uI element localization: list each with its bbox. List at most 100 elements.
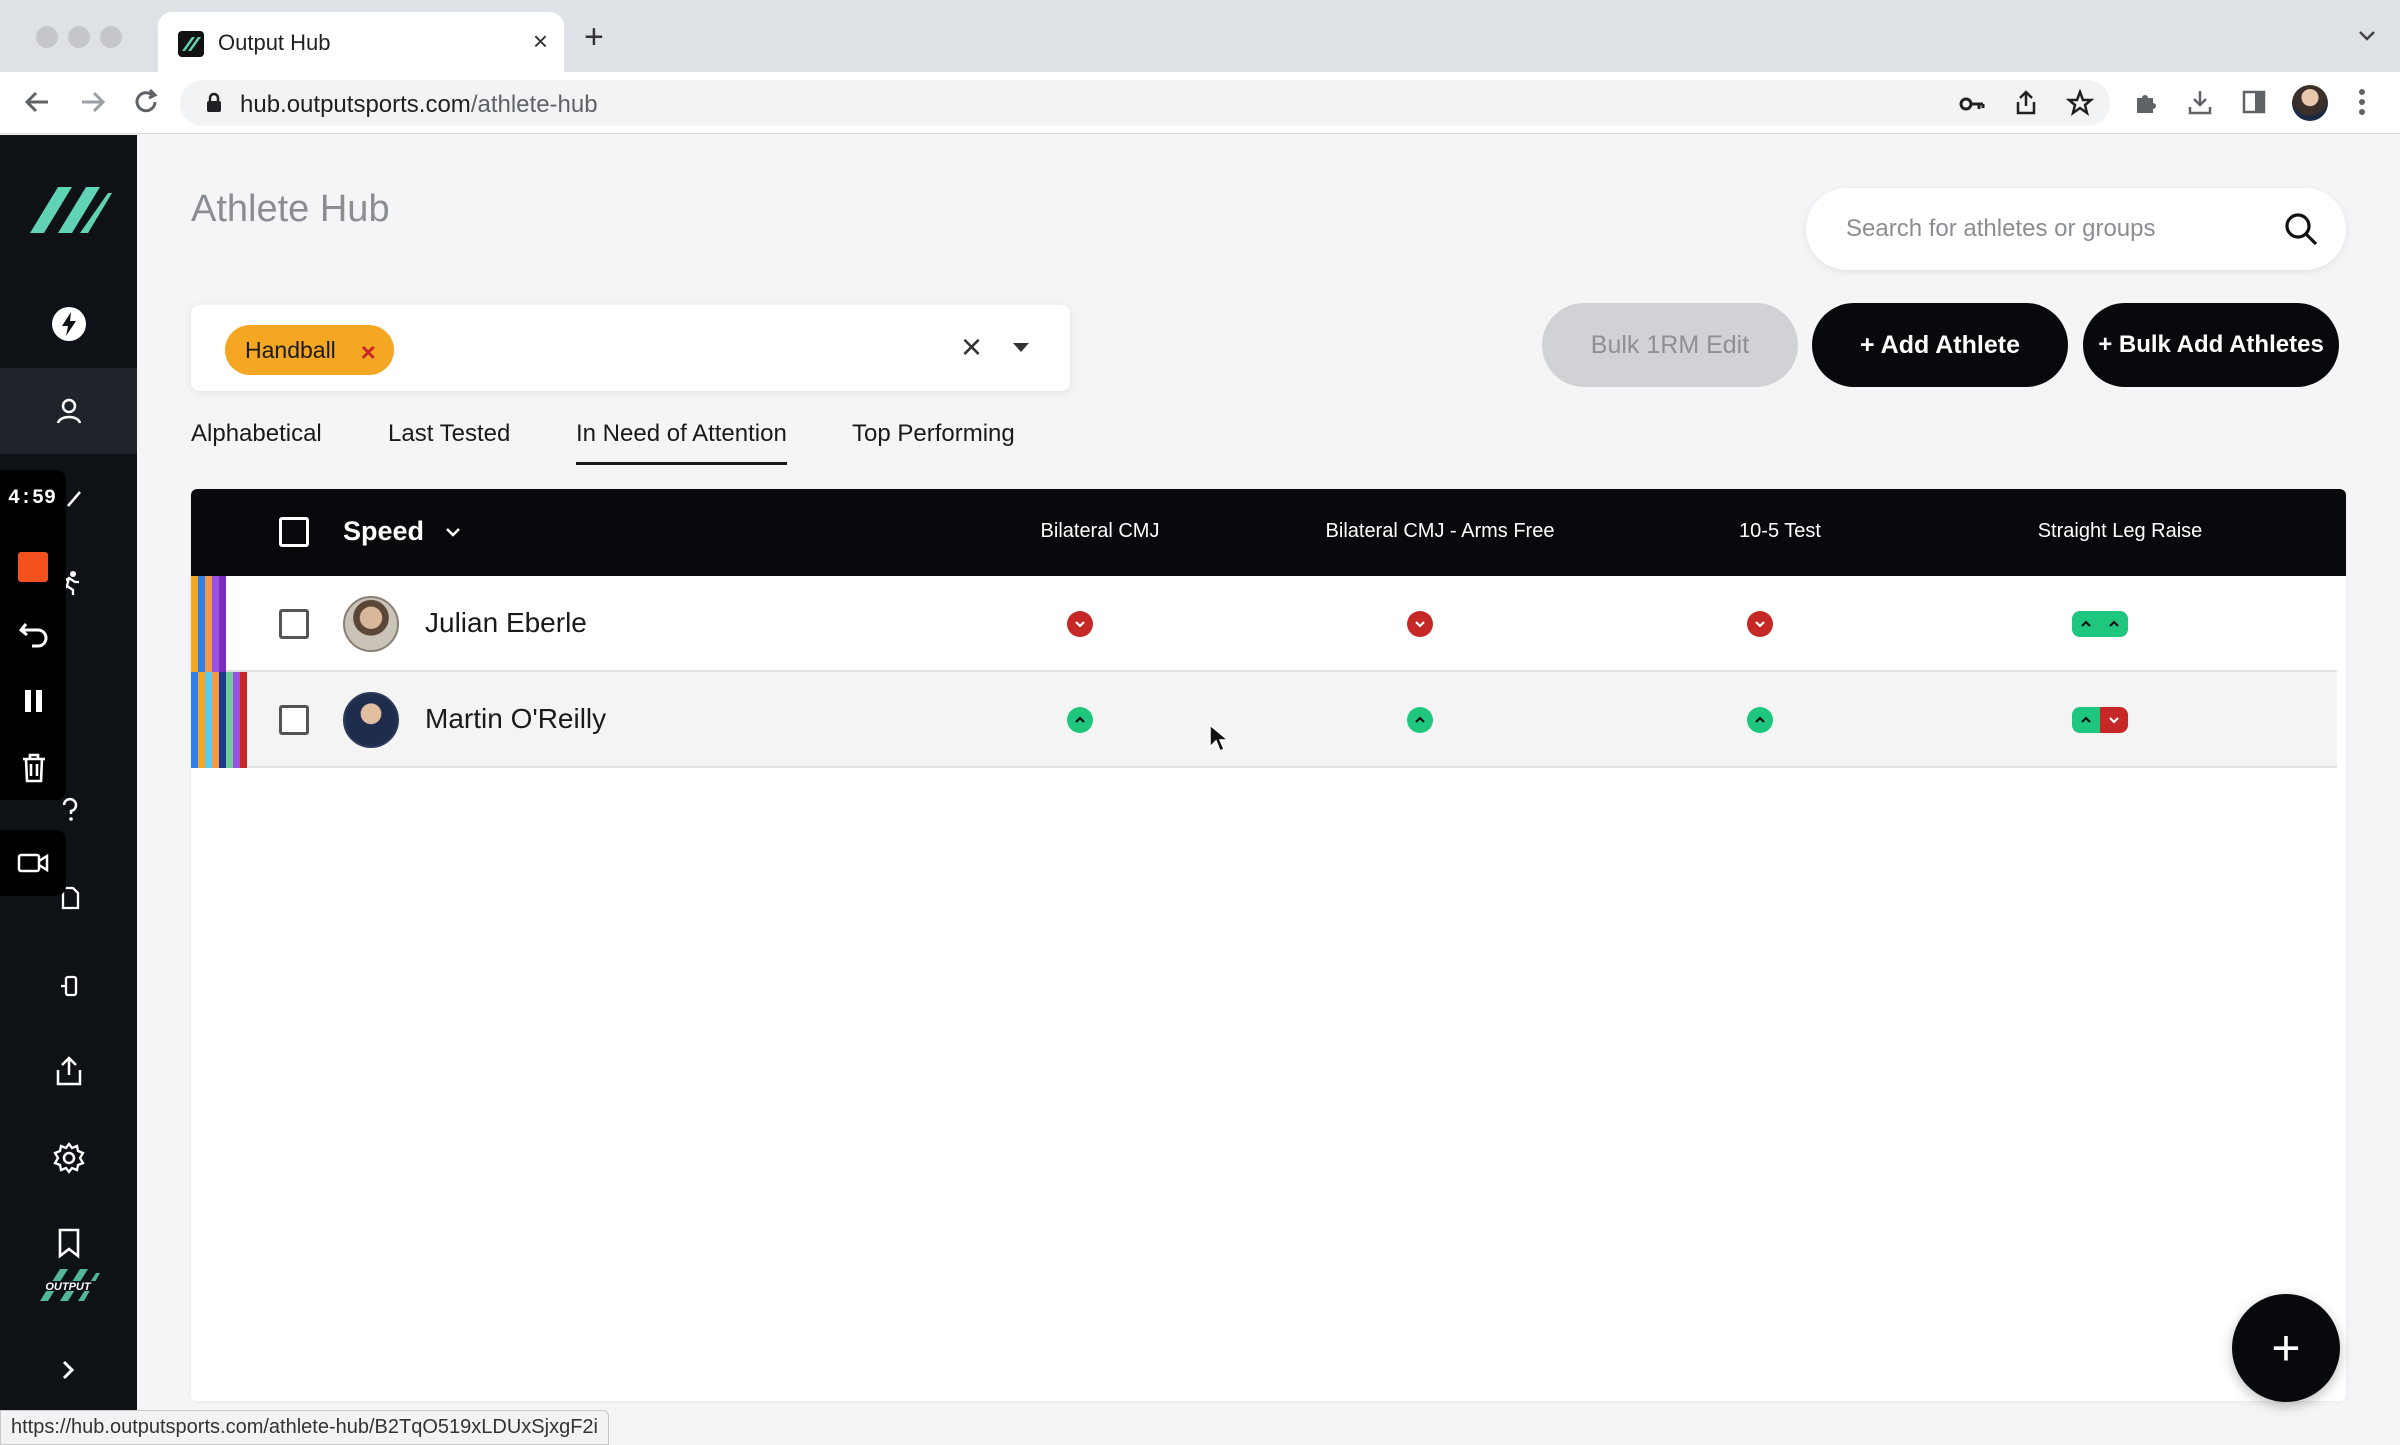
url-text: hub.outputsports.com/athlete-hub — [240, 91, 598, 119]
trend-up-left-icon — [2072, 611, 2100, 637]
window-close-button[interactable] — [36, 26, 58, 48]
share-icon[interactable] — [2012, 89, 2040, 117]
recorder-pause-icon[interactable] — [22, 688, 46, 714]
bookmark-star-icon[interactable] — [2066, 89, 2094, 117]
more-menu-icon[interactable] — [2356, 86, 2368, 118]
forward-arrow-icon[interactable] — [74, 84, 110, 120]
filter-chip-label: Handball — [245, 336, 336, 363]
sidebar-item-settings[interactable] — [0, 1115, 137, 1201]
bulk-1rm-edit-button[interactable]: Bulk 1RM Edit — [1542, 303, 1798, 387]
extensions-puzzle-icon[interactable] — [2132, 88, 2160, 116]
table-header: Speed Bilateral CMJ Bilateral CMJ - Arms… — [191, 489, 2346, 576]
trend-pair[interactable] — [2072, 707, 2128, 733]
trend-up-icon[interactable] — [1067, 707, 1093, 733]
athlete-name[interactable]: Julian Eberle — [425, 607, 587, 639]
athlete-icon — [56, 398, 81, 424]
device-icon — [61, 975, 78, 997]
table-row[interactable]: Martin O'Reilly — [191, 672, 2337, 768]
athlete-table: Speed Bilateral CMJ Bilateral CMJ - Arms… — [191, 489, 2346, 1401]
recorder-delete-icon[interactable] — [20, 752, 48, 784]
window-zoom-button[interactable] — [100, 26, 122, 48]
filter-chip-handball: Handball × — [225, 325, 394, 375]
side-panel-icon[interactable] — [2240, 88, 2268, 116]
sidebar-item-activity[interactable] — [0, 281, 137, 367]
tab-title: Output Hub — [218, 30, 331, 55]
browser-tab[interactable]: Output Hub × — [158, 12, 564, 72]
table-row[interactable]: Julian Eberle — [191, 576, 2337, 672]
add-athlete-button[interactable]: + Add Athlete — [1812, 303, 2068, 387]
sidebar-item-export[interactable] — [0, 1028, 137, 1114]
tab-search-chevron-icon[interactable] — [2356, 24, 2378, 46]
url-path: /athlete-hub — [470, 91, 598, 118]
output-logo-icon[interactable] — [28, 185, 112, 235]
key-icon[interactable] — [1958, 90, 1986, 118]
group-filter-select[interactable]: Handball × × — [191, 305, 1070, 391]
recorder-camera-button[interactable] — [0, 830, 66, 896]
select-all-checkbox[interactable] — [279, 517, 309, 547]
plus-icon: + — [2271, 1320, 2301, 1376]
video-camera-icon — [17, 853, 49, 873]
page-title: Athlete Hub — [191, 188, 390, 230]
mouse-cursor-icon — [1209, 723, 1230, 753]
group-color-stripes — [191, 672, 247, 768]
column-header-bilateral-cmj[interactable]: Bilateral CMJ — [930, 520, 1270, 543]
question-icon — [62, 797, 78, 821]
athlete-name[interactable]: Martin O'Reilly — [425, 703, 606, 735]
chevron-down-icon[interactable] — [443, 522, 463, 542]
browser-tab-strip: Output Hub × + — [0, 0, 2400, 72]
new-tab-button[interactable]: + — [584, 20, 604, 54]
download-icon[interactable] — [2186, 88, 2214, 116]
bookmark-icon — [58, 1228, 79, 1259]
back-arrow-icon[interactable] — [20, 84, 56, 120]
output-favicon-icon — [178, 31, 204, 57]
column-header-bilateral-cmj-arms-free[interactable]: Bilateral CMJ - Arms Free — [1270, 520, 1610, 543]
trend-down-right-icon — [2100, 707, 2128, 733]
metric-category-select[interactable]: Speed — [343, 516, 424, 547]
trend-up-icon[interactable] — [1407, 707, 1433, 733]
athlete-search — [1806, 188, 2346, 270]
recorder-undo-icon[interactable] — [18, 618, 50, 648]
sidebar-item-devices[interactable] — [40, 943, 100, 1029]
tab-last-tested[interactable]: Last Tested — [388, 420, 510, 448]
lock-icon[interactable] — [204, 92, 224, 114]
tab-in-need-of-attention[interactable]: In Need of Attention — [576, 420, 787, 465]
trend-down-icon[interactable] — [1067, 611, 1093, 637]
recorder-stop-button[interactable] — [18, 552, 48, 582]
link-hover-status: https://hub.outputsports.com/athlete-hub… — [0, 1410, 609, 1445]
expand-sidebar-chevron-icon[interactable] — [55, 1357, 81, 1383]
column-header-straight-leg-raise[interactable]: Straight Leg Raise — [1950, 520, 2290, 543]
trend-down-icon[interactable] — [1407, 611, 1433, 637]
url-host: hub.outputsports.com — [240, 91, 471, 118]
trend-pair[interactable] — [2072, 611, 2128, 637]
remove-chip-icon[interactable]: × — [361, 337, 376, 368]
gear-icon — [52, 1142, 85, 1174]
row-checkbox[interactable] — [279, 705, 309, 735]
recorder-draw-icon[interactable] — [66, 490, 82, 508]
reload-icon[interactable] — [128, 84, 164, 120]
tab-alphabetical[interactable]: Alphabetical — [191, 420, 322, 448]
address-bar[interactable]: hub.outputsports.com/athlete-hub — [180, 80, 2110, 126]
avatar — [343, 596, 399, 652]
window-minimize-button[interactable] — [68, 26, 90, 48]
trend-up-left-icon — [2072, 707, 2100, 733]
filter-dropdown-caret-icon[interactable] — [1013, 343, 1029, 352]
trend-down-icon[interactable] — [1747, 611, 1773, 637]
sidebar-item-athletes[interactable] — [0, 368, 137, 454]
column-header-10-5-test[interactable]: 10-5 Test — [1610, 520, 1950, 543]
row-checkbox[interactable] — [279, 609, 309, 639]
search-icon[interactable] — [2282, 210, 2320, 248]
upload-icon — [56, 1056, 81, 1086]
avatar — [343, 692, 399, 748]
browser-toolbar: hub.outputsports.com/athlete-hub — [0, 72, 2400, 134]
bulk-add-athletes-button[interactable]: + Bulk Add Athletes — [2083, 303, 2339, 387]
floating-add-button[interactable]: + — [2232, 1294, 2340, 1402]
clear-filter-icon[interactable]: × — [961, 329, 982, 365]
output-wordmark-icon: OUTPUT — [34, 1269, 102, 1301]
tab-close-icon[interactable]: × — [533, 26, 548, 57]
search-input[interactable] — [1846, 210, 2266, 248]
profile-avatar[interactable] — [2292, 85, 2328, 121]
bolt-icon — [51, 307, 86, 341]
svg-text:OUTPUT: OUTPUT — [45, 1281, 92, 1293]
trend-up-icon[interactable] — [1747, 707, 1773, 733]
tab-top-performing[interactable]: Top Performing — [852, 420, 1015, 448]
